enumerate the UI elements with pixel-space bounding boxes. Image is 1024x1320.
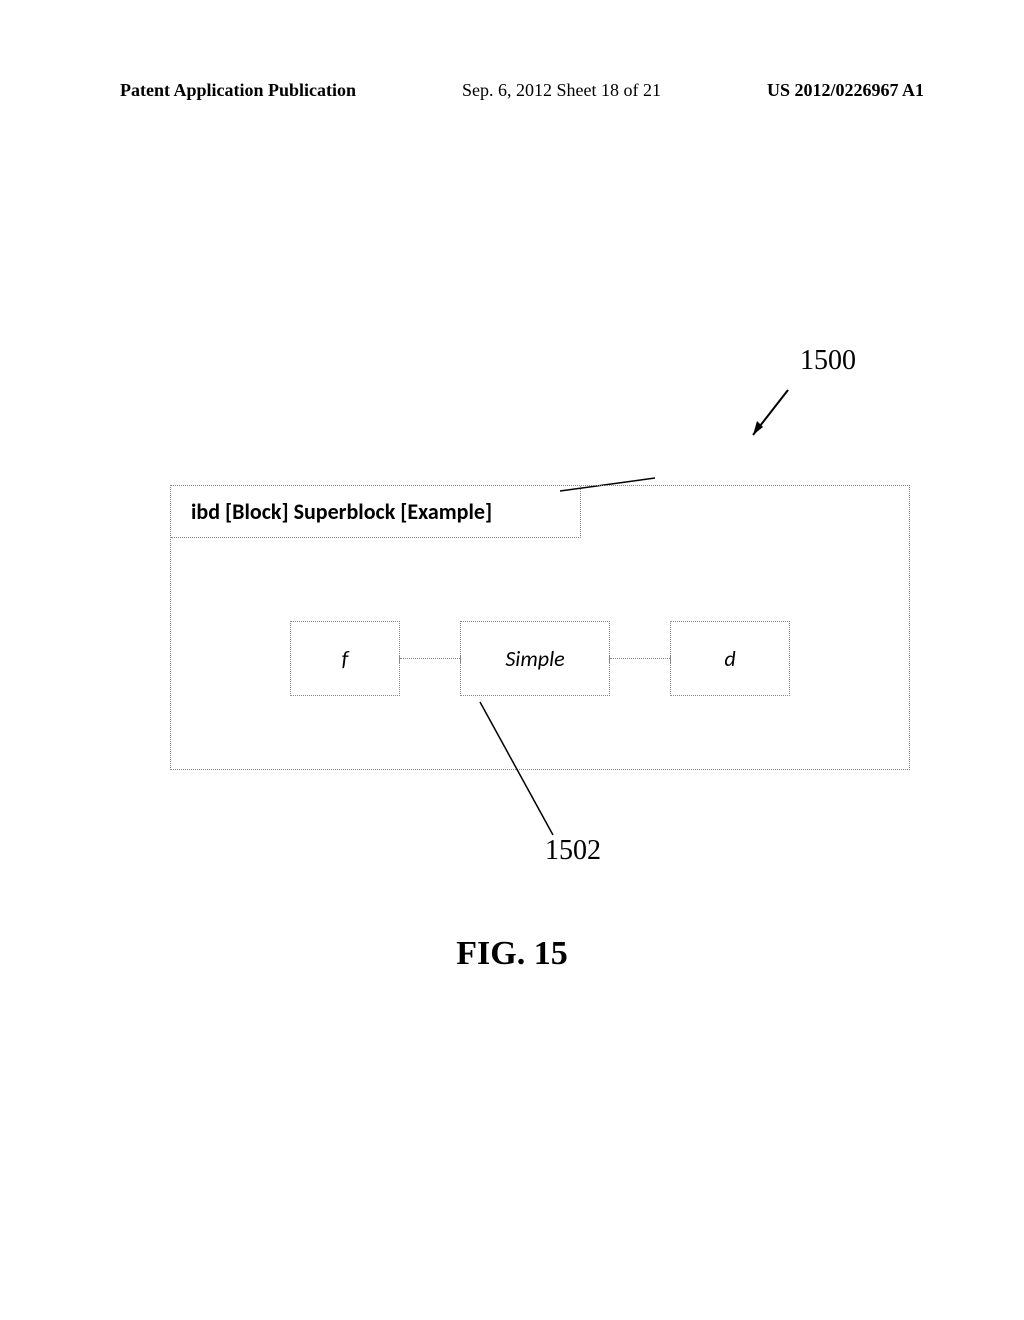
block-simple-label: Simple bbox=[505, 645, 564, 672]
reference-numeral-1502: 1502 bbox=[545, 835, 601, 867]
header-publication: Patent Application Publication bbox=[120, 80, 356, 101]
connector-right bbox=[610, 658, 670, 659]
block-d-label: d bbox=[724, 645, 735, 672]
block-d: d bbox=[670, 621, 790, 696]
block-f: f bbox=[290, 621, 400, 696]
figure-caption: FIG. 15 bbox=[0, 935, 1024, 973]
connector-left bbox=[400, 658, 460, 659]
reference-numeral-1500: 1500 bbox=[800, 345, 856, 377]
header-patent-number: US 2012/0226967 A1 bbox=[767, 80, 924, 101]
arrow-icon bbox=[743, 385, 793, 445]
block-f-label: f bbox=[342, 645, 349, 672]
block-simple: Simple bbox=[460, 621, 610, 696]
leader-line-1502 bbox=[478, 700, 578, 840]
page-header: Patent Application Publication Sep. 6, 2… bbox=[120, 80, 924, 101]
diagram-title: ibd [Block] Superblock [Example] bbox=[171, 486, 581, 538]
blocks-row: f Simple d bbox=[171, 621, 909, 696]
header-date-sheet: Sep. 6, 2012 Sheet 18 of 21 bbox=[462, 80, 661, 101]
diagram-title-text: ibd [Block] Superblock [Example] bbox=[191, 498, 492, 525]
